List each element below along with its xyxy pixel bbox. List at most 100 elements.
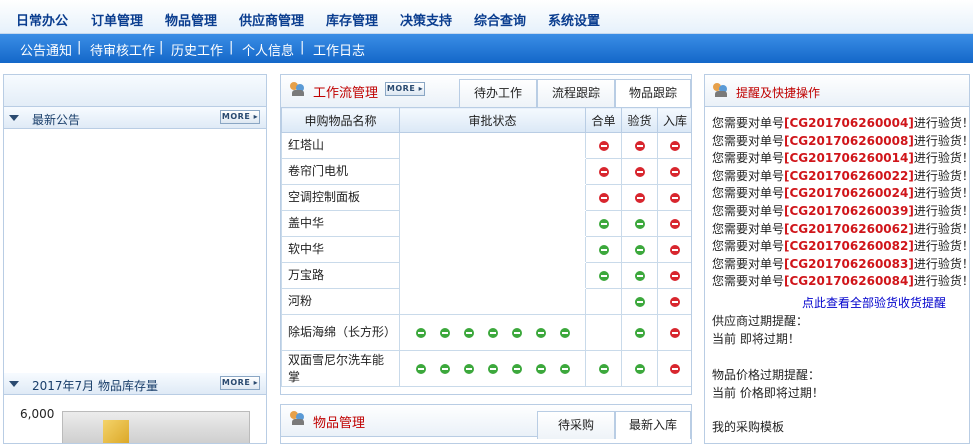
list-item[interactable]: 您需要对单号[CG201706260024]进行验货！ — [712, 184, 973, 201]
order-code[interactable]: [CG201706260024] — [784, 186, 914, 200]
reminder-suffix: 进行验货！ — [913, 221, 973, 236]
collapse-arrow-icon[interactable] — [9, 115, 19, 121]
inventory-more-button[interactable]: MORE ▸ — [220, 376, 260, 390]
order-code[interactable]: [CG201706260004] — [784, 116, 914, 130]
table-row[interactable]: 万宝路 — [281, 262, 691, 289]
nav-decision-support[interactable]: 决策支持 — [400, 10, 452, 29]
tab-goods-tracking[interactable]: 物品跟踪 — [615, 79, 691, 107]
workflow-users-icon — [290, 82, 306, 96]
tab-pending-purchase[interactable]: 待采购 — [537, 411, 615, 439]
tab-latest-stock-in[interactable]: 最新入库 — [615, 411, 691, 439]
approval-step-icon — [439, 364, 450, 374]
inventory-chart-cube — [103, 420, 129, 443]
subnav-personal-info[interactable]: 个人信息 — [242, 40, 294, 59]
order-code[interactable]: [CG201706260008] — [784, 134, 914, 148]
stock-status-cell — [657, 262, 691, 289]
merge-status-cell — [585, 350, 622, 387]
reminder-prefix: 您需要对单号 — [712, 274, 785, 289]
table-row[interactable]: 除垢海绵（长方形） — [281, 314, 691, 351]
approval-step-icon — [463, 328, 474, 338]
status-pending-icon — [598, 167, 609, 177]
collapse-arrow-icon[interactable] — [9, 381, 19, 387]
reminder-prefix: 您需要对单号 — [712, 133, 785, 148]
approval-status-cell — [399, 184, 586, 211]
table-row[interactable]: 软中华 — [281, 236, 691, 263]
subnav-announcements[interactable]: 公告通知 — [20, 40, 72, 59]
list-item[interactable]: 您需要对单号[CG201706260022]进行验货！ — [712, 167, 973, 184]
list-item[interactable]: 您需要对单号[CG201706260082]进行验货！ — [712, 237, 973, 254]
status-done-icon — [598, 219, 609, 229]
tab-process-tracking[interactable]: 流程跟踪 — [537, 79, 615, 107]
approval-status-cell — [399, 210, 586, 237]
order-code[interactable]: [CG201706260014] — [784, 151, 914, 165]
stock-status-cell — [657, 132, 691, 159]
list-item[interactable]: 您需要对单号[CG201706260083]进行验货！ — [712, 255, 973, 272]
reminder-suffix: 进行验货！ — [913, 116, 973, 130]
list-item[interactable]: 您需要对单号[CG201706260008]进行验货！ — [712, 132, 973, 149]
nav-inventory-management[interactable]: 库存管理 — [326, 10, 378, 29]
merge-status-cell — [585, 184, 622, 211]
more-label: MORE — [386, 84, 416, 93]
tab-todo-work[interactable]: 待办工作 — [459, 79, 537, 107]
list-item[interactable]: 您需要对单号[CG201706260062]进行验货！ — [712, 220, 973, 237]
reminder-suffix: 进行验货！ — [913, 168, 973, 183]
stock-status-cell — [657, 288, 691, 315]
nav-comprehensive-query[interactable]: 综合查询 — [474, 10, 526, 29]
inventory-header: 2017年7月 物品库存量 MORE ▸ — [4, 373, 266, 395]
list-item[interactable]: 您需要对单号[CG201706260039]进行验货！ — [712, 202, 973, 219]
order-code[interactable]: [CG201706260022] — [784, 169, 914, 183]
table-row[interactable]: 河粉 — [281, 288, 691, 315]
status-done-icon — [634, 219, 645, 229]
list-item[interactable]: 您需要对单号[CG201706260004]进行验货！ — [712, 114, 973, 131]
subnav-separator: | — [300, 40, 305, 55]
subnav-separator: | — [77, 40, 82, 55]
order-code[interactable]: [CG201706260084] — [784, 274, 914, 288]
subnav-pending-review[interactable]: 待审核工作 — [90, 40, 155, 59]
inspect-status-cell — [621, 350, 658, 387]
price-expiry-text: 当前 价格即将过期！ — [712, 386, 824, 400]
goods-name-cell: 红塔山 — [281, 132, 400, 159]
nav-system-settings[interactable]: 系统设置 — [548, 10, 600, 29]
table-row[interactable]: 盖中华 — [281, 210, 691, 237]
announcement-title: 最新公告 — [32, 113, 81, 127]
announcement-more-button[interactable]: MORE ▸ — [220, 110, 260, 124]
merge-status-cell — [585, 236, 622, 263]
reminder-header: 提醒及快捷操作 — [705, 75, 969, 107]
list-item[interactable]: 您需要对单号[CG201706260014]进行验货！ — [712, 149, 973, 166]
stock-status-cell — [657, 350, 691, 387]
list-item[interactable]: 您需要对单号[CG201706260084]进行验货！ — [712, 272, 973, 289]
order-code[interactable]: [CG201706260083] — [784, 257, 914, 271]
nav-daily-office[interactable]: 日常办公 — [16, 10, 68, 29]
order-code[interactable]: [CG201706260039] — [784, 204, 914, 218]
subnav-history-work[interactable]: 历史工作 — [171, 40, 223, 59]
nav-goods-management[interactable]: 物品管理 — [165, 10, 217, 29]
table-row[interactable]: 卷帘门电机 — [281, 158, 691, 185]
table-row[interactable]: 双面雪尼尔洗车能掌 — [281, 350, 691, 387]
table-row[interactable]: 空调控制面板 — [281, 184, 691, 211]
stock-status-cell — [657, 314, 691, 351]
order-code[interactable]: [CG201706260082] — [784, 239, 914, 253]
approval-status-cell — [399, 158, 586, 185]
price-expiry-title: 物品价格过期提醒： — [712, 368, 821, 382]
reminder-suffix: 进行验货！ — [913, 274, 973, 289]
approval-status-cell — [399, 350, 586, 387]
supplier-expiry-text: 当前 即将过期！ — [712, 332, 800, 346]
merge-status-cell — [585, 314, 622, 351]
status-pending-icon — [634, 141, 645, 151]
reminder-prefix: 您需要对单号 — [712, 256, 785, 271]
reminder-prefix: 您需要对单号 — [712, 151, 785, 166]
nav-order-management[interactable]: 订单管理 — [91, 10, 143, 29]
subnav-work-log[interactable]: 工作日志 — [313, 40, 365, 59]
view-all-reminders-link[interactable]: 点此查看全部验货收货提醒 — [802, 294, 946, 311]
table-row[interactable]: 红塔山 — [281, 132, 691, 159]
nav-supplier-management[interactable]: 供应商管理 — [239, 10, 304, 29]
inspect-status-cell — [621, 132, 658, 159]
status-done-icon — [634, 245, 645, 255]
approval-step-icon — [511, 328, 522, 338]
workflow-more-button[interactable]: MORE ▸ — [385, 82, 425, 96]
goods-panel: 物品管理 待采购 最新入库 — [280, 404, 692, 444]
order-code[interactable]: [CG201706260062] — [784, 222, 914, 236]
col-stock-in: 入库 — [657, 107, 691, 133]
supplier-expiry-title: 供应商过期提醒： — [712, 314, 809, 328]
reminder-prefix: 您需要对单号 — [712, 186, 785, 201]
